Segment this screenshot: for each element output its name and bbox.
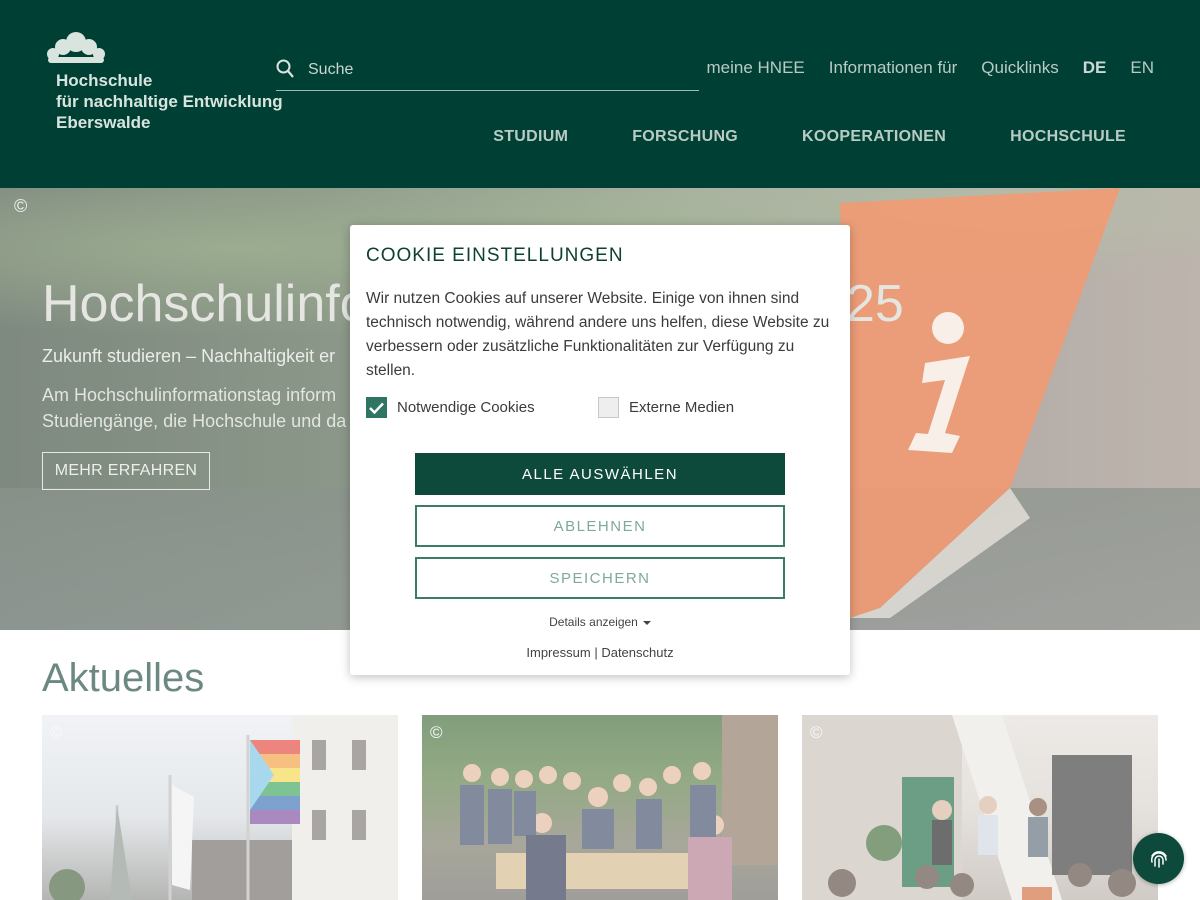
details-label: Details anzeigen bbox=[549, 615, 638, 629]
checkbox-unchecked-icon[interactable] bbox=[598, 397, 619, 418]
legal-links: Impressum | Datenschutz bbox=[350, 645, 850, 660]
necessary-cookies-checkbox[interactable]: Notwendige Cookies bbox=[366, 397, 535, 418]
caret-down-icon bbox=[642, 620, 651, 625]
logo-mark-icon bbox=[47, 32, 105, 63]
logo-line: für nachhaltige Entwicklung bbox=[56, 92, 283, 111]
datenschutz-link[interactable]: Datenschutz bbox=[601, 645, 673, 660]
nav-forschung[interactable]: FORSCHUNG bbox=[632, 128, 738, 146]
logo-line: Eberswalde bbox=[56, 113, 151, 132]
top-nav: meine HNEE Informationen für Quicklinks … bbox=[707, 58, 1155, 78]
fingerprint-icon bbox=[1150, 850, 1167, 868]
cookie-dialog-text: Wir nutzen Cookies auf unserer Website. … bbox=[366, 290, 830, 379]
link-separator: | bbox=[594, 645, 598, 660]
logo-text: Hochschule für nachhaltige Entwicklung E… bbox=[56, 70, 283, 133]
nav-informationen-fuer[interactable]: Informationen für bbox=[829, 58, 958, 78]
lang-en[interactable]: EN bbox=[1130, 58, 1154, 78]
save-button[interactable]: SPEICHERN bbox=[415, 557, 785, 599]
cookie-dialog-title: COOKIE EINSTELLUNGEN bbox=[366, 245, 624, 266]
logo-line: Hochschule bbox=[56, 71, 153, 90]
checkbox-checked-icon[interactable] bbox=[366, 397, 387, 418]
nav-studium[interactable]: STUDIUM bbox=[493, 128, 568, 146]
necessary-cookies-label: Notwendige Cookies bbox=[397, 399, 535, 416]
cookie-settings-dialog: COOKIE EINSTELLUNGEN Wir nutzen Cookies … bbox=[350, 225, 850, 675]
search-icon[interactable] bbox=[276, 59, 294, 79]
hnee-logo[interactable]: Hochschule für nachhaltige Entwicklung E… bbox=[44, 30, 304, 140]
details-toggle[interactable]: Details anzeigen bbox=[350, 615, 850, 629]
impressum-link[interactable]: Impressum bbox=[526, 645, 590, 660]
nav-hochschule[interactable]: HOCHSCHULE bbox=[1010, 128, 1126, 146]
search-input[interactable] bbox=[308, 58, 688, 82]
main-nav: STUDIUM FORSCHUNG KOOPERATIONEN HOCHSCHU… bbox=[493, 128, 1126, 146]
decline-button[interactable]: ABLEHNEN bbox=[415, 505, 785, 547]
nav-kooperationen[interactable]: KOOPERATIONEN bbox=[802, 128, 946, 146]
lang-de[interactable]: DE bbox=[1083, 58, 1107, 78]
nav-quicklinks[interactable]: Quicklinks bbox=[981, 58, 1058, 78]
external-media-label: Externe Medien bbox=[629, 399, 735, 416]
external-media-checkbox[interactable]: Externe Medien bbox=[598, 397, 734, 418]
search-bar bbox=[276, 52, 699, 91]
site-header: Hochschule für nachhaltige Entwicklung E… bbox=[0, 0, 1200, 188]
cookie-settings-fab[interactable] bbox=[1133, 833, 1184, 884]
nav-meine-hnee[interactable]: meine HNEE bbox=[707, 58, 805, 78]
select-all-button[interactable]: ALLE AUSWÄHLEN bbox=[415, 453, 785, 495]
